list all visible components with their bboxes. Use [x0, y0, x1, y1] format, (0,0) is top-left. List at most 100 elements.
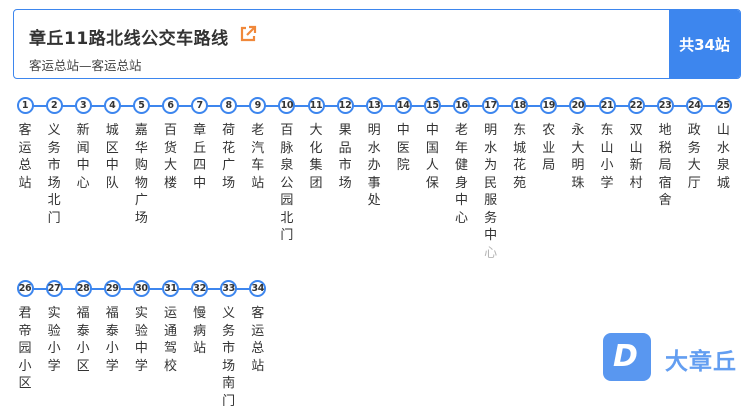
stop-count-badge: 共34站 — [669, 10, 740, 78]
bus-stop[interactable]: 2 义务市场北门 — [40, 97, 68, 227]
stop-number: 13 — [365, 97, 383, 114]
stop-name: 东山小学 — [600, 123, 614, 191]
stop-name: 明水办事处 — [367, 123, 381, 208]
bus-stop[interactable]: 27 实验小学 — [40, 280, 68, 375]
watermark-logo-letter: D — [613, 339, 638, 374]
bus-stop[interactable]: 16 老年健身中心 — [448, 97, 476, 227]
bus-stop[interactable]: 19 农业局 — [535, 97, 563, 175]
stop-number: 5 — [132, 97, 150, 114]
bus-stop[interactable]: 23 地税局宿舍 — [651, 97, 679, 210]
stop-name: 中国人保 — [425, 123, 439, 191]
stop-name: 福泰小区 — [76, 306, 90, 374]
stop-number: 3 — [74, 97, 92, 114]
watermark-text: 大章丘 — [665, 349, 737, 375]
stop-name: 百货大楼 — [163, 123, 177, 191]
bus-stop[interactable]: 6 百货大楼 — [157, 97, 185, 192]
bus-stop[interactable]: 3 新闻中心 — [69, 97, 97, 192]
bus-stop[interactable]: 12 果品市场 — [331, 97, 359, 192]
stop-number: 1 — [16, 97, 34, 114]
stop-number: 11 — [307, 97, 325, 114]
bus-stop[interactable]: 10 百脉泉公园北门 — [273, 97, 301, 245]
stop-name: 福泰小学 — [105, 306, 119, 374]
stop-number: 4 — [103, 97, 121, 114]
stop-name: 大化集团 — [309, 123, 323, 191]
stop-number: 20 — [569, 97, 587, 114]
stop-name: 客运总站 — [251, 306, 265, 374]
bus-stop[interactable]: 9 老汽车站 — [244, 97, 272, 192]
bus-stop[interactable]: 5 嘉华购物广场 — [127, 97, 155, 227]
stop-name: 中医院 — [396, 123, 410, 173]
stop-number: 7 — [191, 97, 209, 114]
bus-stop[interactable]: 34 客运总站 — [244, 280, 272, 375]
bus-stop[interactable]: 18 东城花苑 — [506, 97, 534, 192]
bus-stop[interactable]: 29 福泰小学 — [98, 280, 126, 375]
bus-stop[interactable]: 28 福泰小区 — [69, 280, 97, 375]
bus-stop[interactable]: 15 中国人保 — [418, 97, 446, 192]
stop-name: 老年健身中心 — [454, 123, 468, 226]
stop-name: 嘉华购物广场 — [134, 123, 148, 226]
stop-name: 客运总站 — [18, 123, 32, 191]
bus-stop[interactable]: 11 大化集团 — [302, 97, 330, 192]
stop-number: 26 — [16, 280, 34, 297]
bus-stop[interactable]: 33 义务市场南门 — [215, 280, 243, 410]
bus-stop[interactable]: 30 实验中学 — [127, 280, 155, 375]
dazhangqiu-logo-icon: D — [603, 333, 651, 381]
stop-number: 16 — [453, 97, 470, 114]
bus-stop[interactable]: 4 城区中队 — [98, 97, 126, 192]
stop-number: 30 — [132, 280, 150, 297]
stop-name: 果品市场 — [338, 123, 352, 191]
bus-stop[interactable]: 17 明水为民服务中心 — [477, 97, 505, 262]
bus-stop[interactable]: 26 君帝园小区 — [11, 280, 39, 393]
stop-number: 34 — [249, 280, 267, 297]
bus-stop[interactable]: 25 山水泉城 — [709, 97, 737, 192]
stop-name: 义务市场北门 — [47, 123, 61, 226]
stop-name: 东城花苑 — [513, 123, 527, 191]
stop-name: 新闻中心 — [76, 123, 90, 191]
bus-stop[interactable]: 32 慢病站 — [186, 280, 214, 358]
bus-stop[interactable]: 22 双山新村 — [622, 97, 650, 192]
stop-name: 义务市场南门 — [222, 306, 236, 409]
bus-stop[interactable]: 7 章丘四中 — [186, 97, 214, 192]
stop-number: 18 — [511, 97, 529, 114]
stop-name: 慢病站 — [193, 306, 207, 356]
stop-number: 21 — [598, 97, 616, 114]
stop-name: 章丘四中 — [193, 123, 207, 191]
stop-number: 8 — [220, 97, 238, 114]
bus-stop[interactable]: 20 永大明珠 — [564, 97, 592, 192]
stop-name: 城区中队 — [105, 123, 119, 191]
bus-stop[interactable]: 31 运通驾校 — [157, 280, 185, 375]
stop-name: 荷花广场 — [222, 123, 236, 191]
bus-stop[interactable]: 8 荷花广场 — [215, 97, 243, 192]
stop-name: 明水为民服务中心 — [484, 123, 498, 261]
route-terminals: 客运总站—客运总站 — [29, 58, 142, 73]
bus-stop[interactable]: 24 政务大厅 — [680, 97, 708, 192]
stop-number: 29 — [103, 280, 121, 297]
stop-number: 25 — [714, 97, 732, 114]
stop-name: 运通驾校 — [163, 306, 177, 374]
route-title: 章丘11路北线公交车路线 — [29, 29, 229, 49]
route-header: 章丘11路北线公交车路线 客运总站—客运总站 共34站 — [13, 9, 741, 79]
stop-number: 2 — [45, 97, 63, 114]
stop-name: 山水泉城 — [716, 123, 730, 191]
stop-number: 10 — [278, 97, 296, 114]
stop-number: 24 — [685, 97, 703, 114]
bus-stop[interactable]: 14 中医院 — [389, 97, 417, 175]
stop-name: 农业局 — [542, 123, 556, 173]
bus-stop[interactable]: 21 东山小学 — [593, 97, 621, 192]
watermark: D 大章丘 — [603, 333, 745, 383]
stop-number: 19 — [540, 97, 558, 114]
stop-number: 32 — [191, 280, 209, 297]
stop-name: 百脉泉公园北门 — [280, 123, 294, 243]
bus-stop[interactable]: 13 明水办事处 — [360, 97, 388, 210]
stop-number: 23 — [656, 97, 674, 114]
stop-number: 9 — [249, 97, 267, 114]
bus-stop[interactable]: 1 客运总站 — [11, 97, 39, 192]
stop-name: 君帝园小区 — [18, 306, 32, 391]
stop-name: 老汽车站 — [251, 123, 265, 191]
stop-number: 27 — [45, 280, 63, 297]
stop-number: 33 — [220, 280, 238, 297]
stop-number: 14 — [394, 97, 412, 114]
stop-number: 15 — [423, 97, 441, 114]
external-link-icon[interactable] — [239, 25, 257, 43]
stop-name: 永大明珠 — [571, 123, 585, 191]
